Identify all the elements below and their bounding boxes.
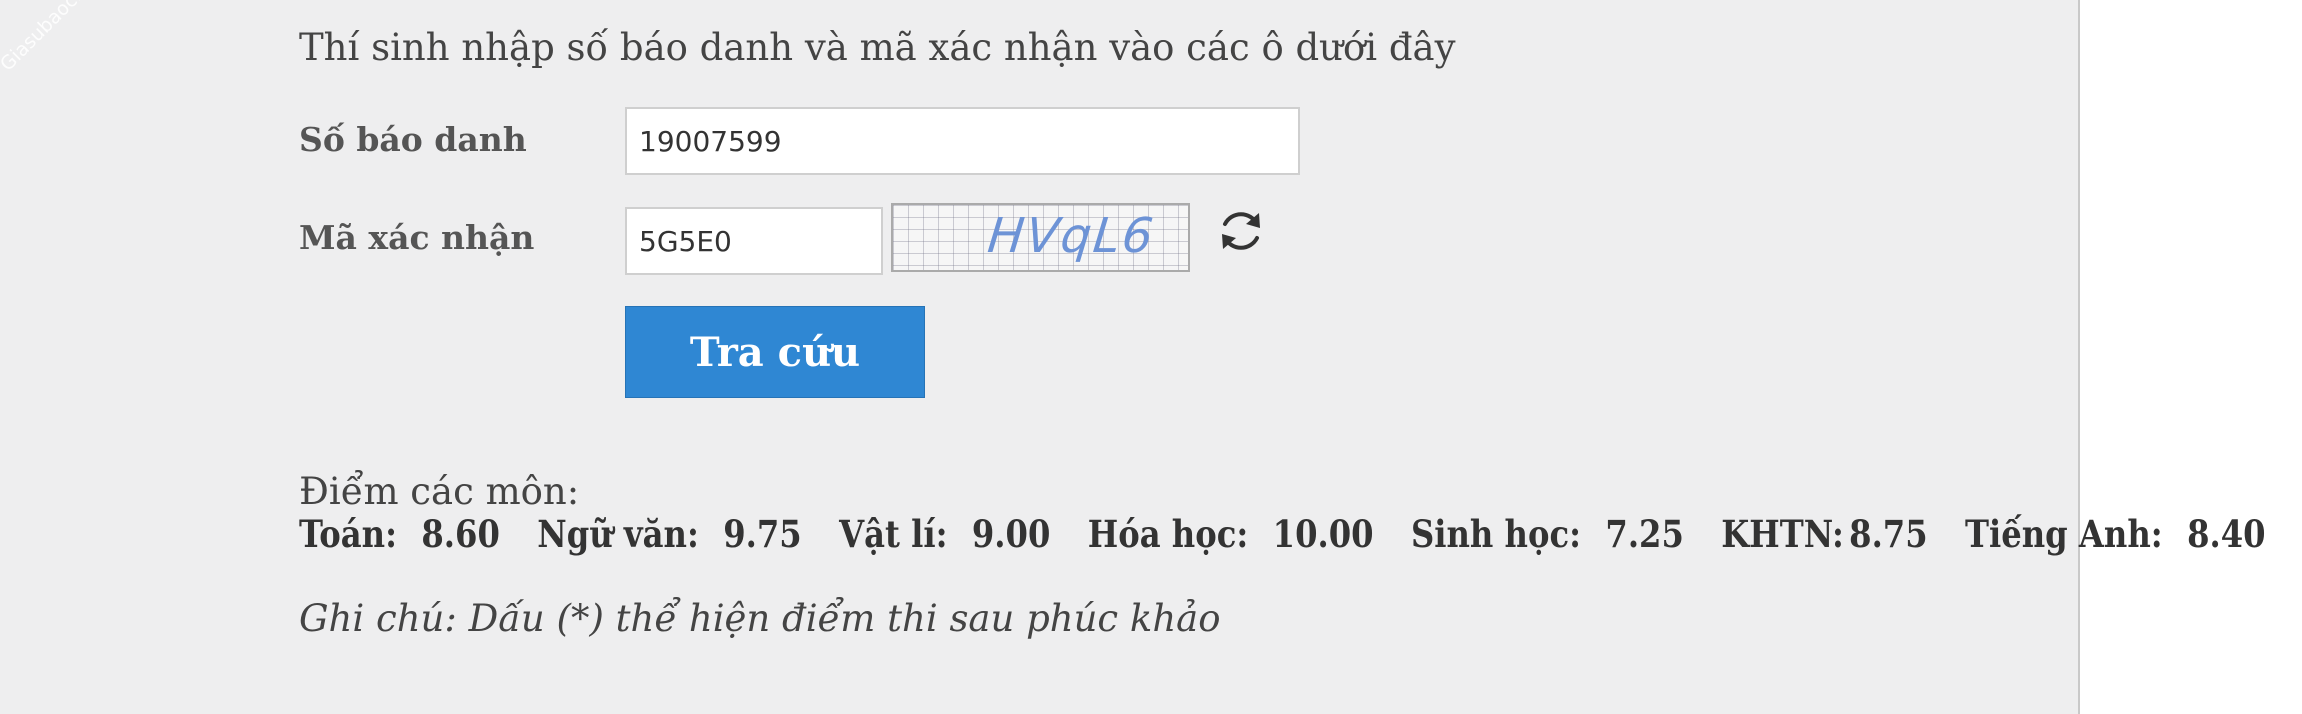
panel-divider: [2078, 0, 2080, 714]
sbd-label: Số báo danh: [299, 120, 527, 159]
subject-value: 8.40: [2187, 512, 2266, 556]
scores-row: Toán: 8.60 Ngữ văn: 9.75 Vật lí: 9.00 Hóa h…: [299, 512, 2292, 556]
subject-value: 9.75: [723, 512, 802, 556]
subject-value: 7.25: [1605, 512, 1684, 556]
subject-score: Tiếng Anh: 8.40: [1965, 512, 2266, 556]
subject-name: Sinh học:: [1410, 512, 1582, 556]
subject-value: 8.60: [421, 512, 500, 556]
subject-score: Ngữ văn: 9.75: [537, 512, 801, 556]
subject-score: KHTN: 8.75: [1721, 512, 1927, 556]
subject-name: Vật lí:: [839, 512, 948, 556]
lookup-button[interactable]: Tra cứu: [625, 306, 925, 398]
subject-value: 9.00: [971, 512, 1051, 556]
sbd-input[interactable]: [625, 107, 1300, 175]
captcha-image: HVqL6: [891, 203, 1190, 272]
subject-value: 8.75: [1849, 512, 1928, 556]
subject-name: Ngữ văn:: [537, 512, 699, 556]
subject-name: KHTN:: [1721, 512, 1844, 556]
subject-score: Hóa học: 10.00: [1088, 512, 1374, 556]
captcha-image-text: HVqL6: [985, 208, 1158, 264]
captcha-label: Mã xác nhận: [299, 218, 535, 257]
form-intro: Thí sinh nhập số báo danh và mã xác nhận…: [299, 26, 1456, 69]
scores-note: Ghi chú: Dấu (*) thể hiện điểm thi sau p…: [299, 597, 1221, 640]
scores-heading: Điểm các môn:: [299, 470, 580, 513]
captcha-input[interactable]: [625, 207, 883, 275]
subject-name: Tiếng Anh:: [1965, 512, 2163, 556]
subject-score: Toán: 8.60: [299, 512, 500, 556]
subject-value: 10.00: [1272, 512, 1374, 556]
subject-name: Hóa học:: [1087, 512, 1249, 556]
refresh-icon: [1222, 212, 1260, 250]
subject-score: Sinh học: 7.25: [1411, 512, 1684, 556]
subject-score: Vật lí: 9.00: [839, 512, 1050, 556]
refresh-captcha-button[interactable]: [1216, 206, 1266, 256]
subject-name: Toán:: [299, 512, 397, 556]
